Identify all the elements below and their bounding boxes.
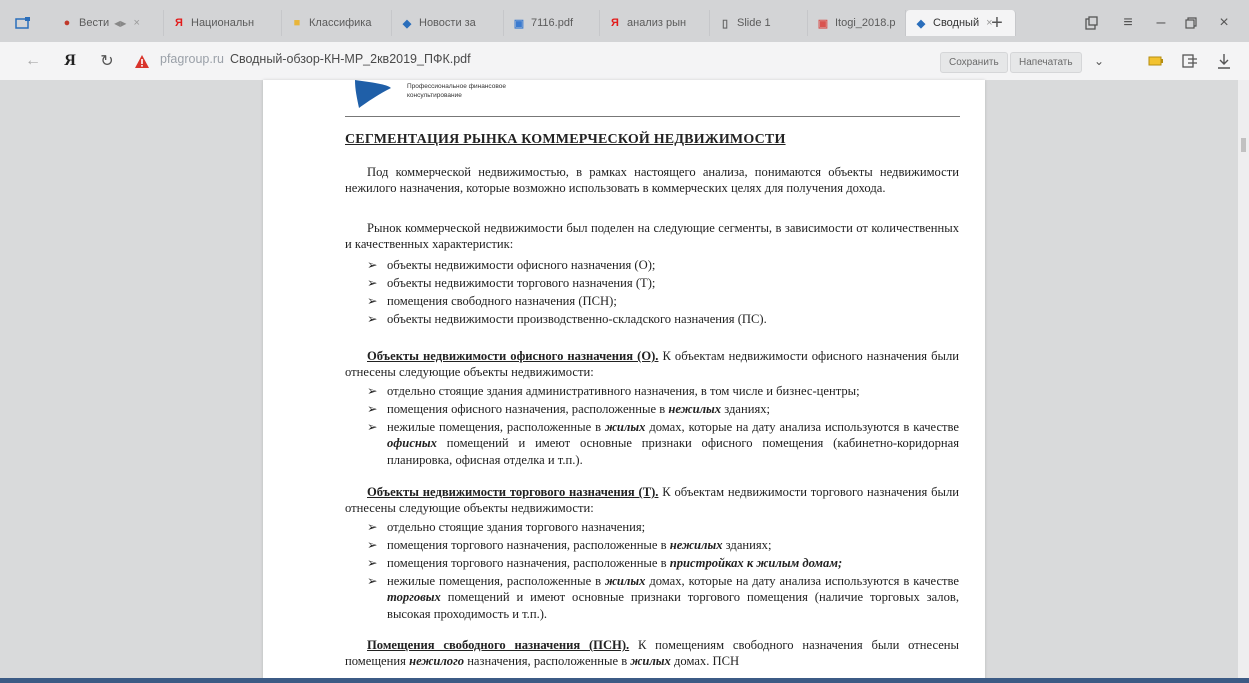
office-paragraph: Объекты недвижимости офисного назначения… — [345, 349, 959, 380]
logo-text-line1: Профессиональное финансовое — [407, 83, 506, 90]
new-tab-icon[interactable]: + — [985, 10, 1009, 36]
tab-label: Национальн — [191, 17, 255, 29]
company-logo-icon — [349, 80, 391, 108]
tab-label: Новости за — [419, 17, 476, 29]
bullet-arrow-icon: ➢ — [367, 420, 378, 434]
intro-paragraph: Под коммерческой недвижимостью, в рамках… — [345, 165, 959, 196]
tab-8[interactable]: ▣ Itogi_2018.p — [808, 10, 906, 36]
bullet-arrow-icon: ➢ — [367, 294, 378, 308]
list-item: ➢ объекты недвижимости производственно-ск… — [367, 312, 767, 326]
list-item: ➢ помещения офисного назначения, располож… — [367, 402, 771, 416]
url-title: Сводный-обзор-КН-МР_2кв2019_ПФК.pdf — [229, 52, 471, 66]
menu-icon[interactable]: ≡ — [1117, 10, 1139, 36]
flag-icon: ● — [63, 17, 71, 29]
bullet-arrow-icon: ➢ — [367, 258, 378, 272]
site-icon: ◆ — [916, 17, 926, 30]
tab-label: 7116.pdf — [531, 17, 574, 29]
pdf-icon: ▣ — [817, 17, 829, 30]
logo-caption: Профессиональное финансовое консультиров… — [407, 82, 506, 100]
tab-label: Классифика — [309, 17, 372, 29]
taskbar — [0, 678, 1249, 683]
tab-6[interactable]: Яанализ рын — [600, 10, 710, 36]
tab-label: Сводный — [933, 17, 980, 29]
tab-5[interactable]: ▣ 7116.pdf — [504, 10, 600, 36]
tab-label: Slide 1 — [737, 17, 771, 29]
tab-label: Itogi_2018.p — [835, 17, 896, 29]
yandex-icon: Я — [175, 17, 183, 29]
save-button[interactable]: Сохранить — [940, 52, 1008, 73]
tab-bar: ● Вести ◀▶ × Я Национальн ■ Классифика ◆ Новости … — [0, 0, 1249, 42]
yandex-icon: Я — [611, 17, 619, 29]
list-item: ➢ помещения торгового назначения, располо… — [367, 538, 772, 552]
pdf-page: Профессиональное финансовое консультиров… — [263, 80, 985, 683]
list-item: ➢ отдельно стоящие здания торгового назна… — [367, 520, 646, 534]
bullet-arrow-icon: ➢ — [367, 402, 378, 416]
tab-7[interactable]: ▯ Slide 1 — [710, 10, 808, 36]
office-subheading: Объекты недвижимости офисного назначения… — [367, 349, 659, 363]
minimize-icon[interactable]: – — [1150, 10, 1172, 36]
logo-text-line2: консультирование — [407, 92, 462, 99]
url-domain: pfagroup.ru — [160, 52, 224, 66]
warning-icon[interactable] — [132, 50, 152, 72]
chevron-down-icon[interactable]: ⌄ — [1090, 50, 1108, 72]
print-button[interactable]: Напечатать — [1010, 52, 1082, 73]
segments-paragraph: Рынок коммерческой недвижимости был поде… — [345, 221, 959, 252]
bullet-arrow-icon: ➢ — [367, 520, 378, 534]
tab-label: анализ рын — [627, 17, 687, 29]
tab-1[interactable]: ● Вести ◀▶ × — [52, 10, 164, 36]
list-item: ➢ помещения торгового назначения, располо… — [367, 556, 843, 570]
page-icon: ▯ — [721, 17, 729, 30]
trade-paragraph: Объекты недвижимости торгового назначени… — [345, 485, 960, 516]
tab-3[interactable]: ■ Классифика — [282, 10, 392, 36]
psn-subheading: Помещения свободного назначения (ПСН). — [367, 638, 630, 652]
url-field[interactable]: pfagroup.ru Сводный-обзор-КН-МР_2кв2019_П… — [160, 52, 471, 66]
scrollbar-thumb[interactable] — [1241, 138, 1246, 152]
psn-paragraph: Помещения свободного назначения (ПСН). К… — [345, 638, 959, 669]
folder-icon: ■ — [293, 17, 301, 29]
reload-icon[interactable]: ↻ — [96, 50, 118, 72]
tab-audio-icon[interactable]: ◀▶ — [114, 19, 126, 28]
tab-2[interactable]: Я Национальн — [164, 10, 282, 36]
news-icon: ◆ — [402, 17, 412, 30]
download-icon[interactable] — [1214, 50, 1234, 72]
pdf-icon: ▣ — [513, 17, 525, 30]
bookmark-manager-icon[interactable] — [1080, 10, 1102, 36]
list-item: ➢ нежилые помещения, расположенные в жилы… — [367, 574, 959, 621]
reader-icon[interactable] — [1180, 50, 1200, 72]
page-header: Профессиональное финансовое консультиров… — [345, 80, 960, 117]
list-item: ➢ объекты недвижимости торгового назначен… — [367, 276, 656, 290]
back-icon[interactable]: ← — [22, 50, 44, 72]
tab-label: Вести — [79, 17, 110, 29]
yandex-logo-icon[interactable]: Я — [60, 50, 80, 72]
section-heading: СЕГМЕНТАЦИЯ РЫНКА КОММЕРЧЕСКОЙ НЕДВИЖИМО… — [345, 132, 786, 147]
list-item: ➢ объекты недвижимости офисного назначени… — [367, 258, 656, 272]
list-item: ➢ отдельно стоящие здания административно… — [367, 384, 860, 398]
bullet-arrow-icon: ➢ — [367, 312, 378, 326]
tab-close-icon[interactable]: × — [133, 17, 139, 29]
battery-icon[interactable] — [1146, 50, 1166, 72]
bullet-arrow-icon: ➢ — [367, 384, 378, 398]
restore-icon[interactable] — [1180, 10, 1202, 36]
list-item: ➢ помещения свободного назначения (ПСН); — [367, 294, 617, 308]
vertical-scrollbar[interactable] — [1238, 80, 1249, 683]
trade-subheading: Объекты недвижимости торгового назначени… — [367, 485, 659, 499]
tabs-menu-icon[interactable] — [8, 10, 38, 36]
bullet-arrow-icon: ➢ — [367, 276, 378, 290]
address-bar: ← Я ↻ pfagroup.ru Сводный-обзор-КН-МР_2кв… — [0, 42, 1249, 81]
bullet-arrow-icon: ➢ — [367, 556, 378, 570]
tab-strip: ● Вести ◀▶ × Я Национальн ■ Классифика ◆ Новости … — [52, 10, 1016, 36]
bullet-arrow-icon: ➢ — [367, 574, 378, 588]
list-item: ➢ нежилые помещения, расположенные в жилы… — [367, 420, 959, 467]
close-icon[interactable]: × — [1213, 10, 1235, 36]
tab-4[interactable]: ◆ Новости за — [392, 10, 504, 36]
bullet-arrow-icon: ➢ — [367, 538, 378, 552]
